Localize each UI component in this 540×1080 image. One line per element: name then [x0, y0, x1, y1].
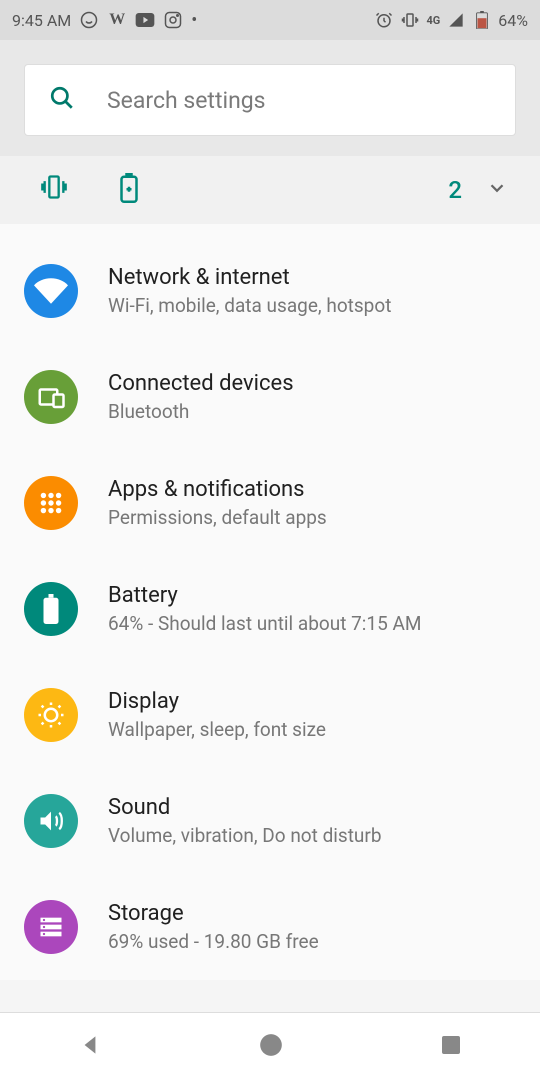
nav-back-button[interactable]	[57, 1022, 123, 1072]
search-container: Search settings	[0, 40, 540, 156]
clock-text: 9:45 AM	[12, 11, 71, 30]
row-title: Storage	[108, 901, 516, 926]
row-text: Storage 69% used - 19.80 GB free	[108, 901, 516, 953]
row-title: Battery	[108, 583, 516, 608]
vibrate-icon	[400, 10, 420, 30]
setting-battery[interactable]: Battery 64% - Should last until about 7:…	[0, 556, 540, 662]
row-subtitle: Wi-Fi, mobile, data usage, hotspot	[108, 294, 516, 317]
vibrate-suggestion-icon[interactable]	[38, 173, 70, 207]
signal-icon	[446, 10, 466, 30]
search-placeholder: Search settings	[107, 87, 266, 114]
devices-icon	[24, 370, 78, 424]
whatsapp-icon	[79, 10, 99, 30]
nav-home-button[interactable]	[238, 1022, 304, 1072]
row-title: Apps & notifications	[108, 477, 516, 502]
row-subtitle: Volume, vibration, Do not disturb	[108, 824, 516, 847]
row-subtitle: 69% used - 19.80 GB free	[108, 930, 516, 953]
row-subtitle: Wallpaper, sleep, font size	[108, 718, 516, 741]
row-text: Apps & notifications Permissions, defaul…	[108, 477, 516, 529]
youtube-icon	[135, 10, 155, 30]
row-subtitle: Permissions, default apps	[108, 506, 516, 529]
search-icon	[49, 85, 75, 115]
setting-network-internet[interactable]: Network & internet Wi-Fi, mobile, data u…	[0, 238, 540, 344]
setting-connected-devices[interactable]: Connected devices Bluetooth	[0, 344, 540, 450]
row-text: Display Wallpaper, sleep, font size	[108, 689, 516, 741]
apps-icon	[24, 476, 78, 530]
network-label: 4G	[426, 14, 440, 27]
row-title: Connected devices	[108, 371, 516, 396]
setting-display[interactable]: Display Wallpaper, sleep, font size	[0, 662, 540, 768]
setting-sound[interactable]: Sound Volume, vibration, Do not disturb	[0, 768, 540, 874]
status-right: 4G 64%	[374, 10, 528, 30]
row-text: Battery 64% - Should last until about 7:…	[108, 583, 516, 635]
setting-apps-notifications[interactable]: Apps & notifications Permissions, defaul…	[0, 450, 540, 556]
battery-pct: 64%	[498, 11, 528, 30]
nav-bar	[0, 1012, 540, 1080]
storage-icon	[24, 900, 78, 954]
display-icon	[24, 688, 78, 742]
instagram-icon	[163, 10, 183, 30]
status-bar: 9:45 AM W • 4G 64%	[0, 0, 540, 40]
row-text: Network & internet Wi-Fi, mobile, data u…	[108, 265, 516, 317]
setting-storage[interactable]: Storage 69% used - 19.80 GB free	[0, 874, 540, 980]
more-notifications-dot: •	[191, 10, 197, 31]
search-box[interactable]: Search settings	[24, 64, 516, 136]
alarm-icon	[374, 10, 394, 30]
sound-icon	[24, 794, 78, 848]
suggestion-icons	[38, 173, 448, 207]
settings-list: Network & internet Wi-Fi, mobile, data u…	[0, 224, 540, 980]
suggestion-count: 2	[448, 176, 462, 204]
wifi-icon	[24, 264, 78, 318]
row-subtitle: 64% - Should last until about 7:15 AM	[108, 612, 516, 635]
status-left: 9:45 AM W •	[12, 10, 197, 31]
row-text: Connected devices Bluetooth	[108, 371, 516, 423]
battery-icon	[24, 582, 78, 636]
nav-recent-button[interactable]	[419, 1023, 483, 1071]
wikipedia-icon: W	[107, 10, 127, 30]
row-subtitle: Bluetooth	[108, 400, 516, 423]
battery-icon	[472, 10, 492, 30]
battery-suggestion-icon[interactable]	[118, 173, 140, 207]
suggestion-bar[interactable]: 2	[0, 156, 540, 224]
row-title: Display	[108, 689, 516, 714]
row-title: Network & internet	[108, 265, 516, 290]
row-text: Sound Volume, vibration, Do not disturb	[108, 795, 516, 847]
chevron-down-icon[interactable]	[486, 177, 508, 203]
row-title: Sound	[108, 795, 516, 820]
